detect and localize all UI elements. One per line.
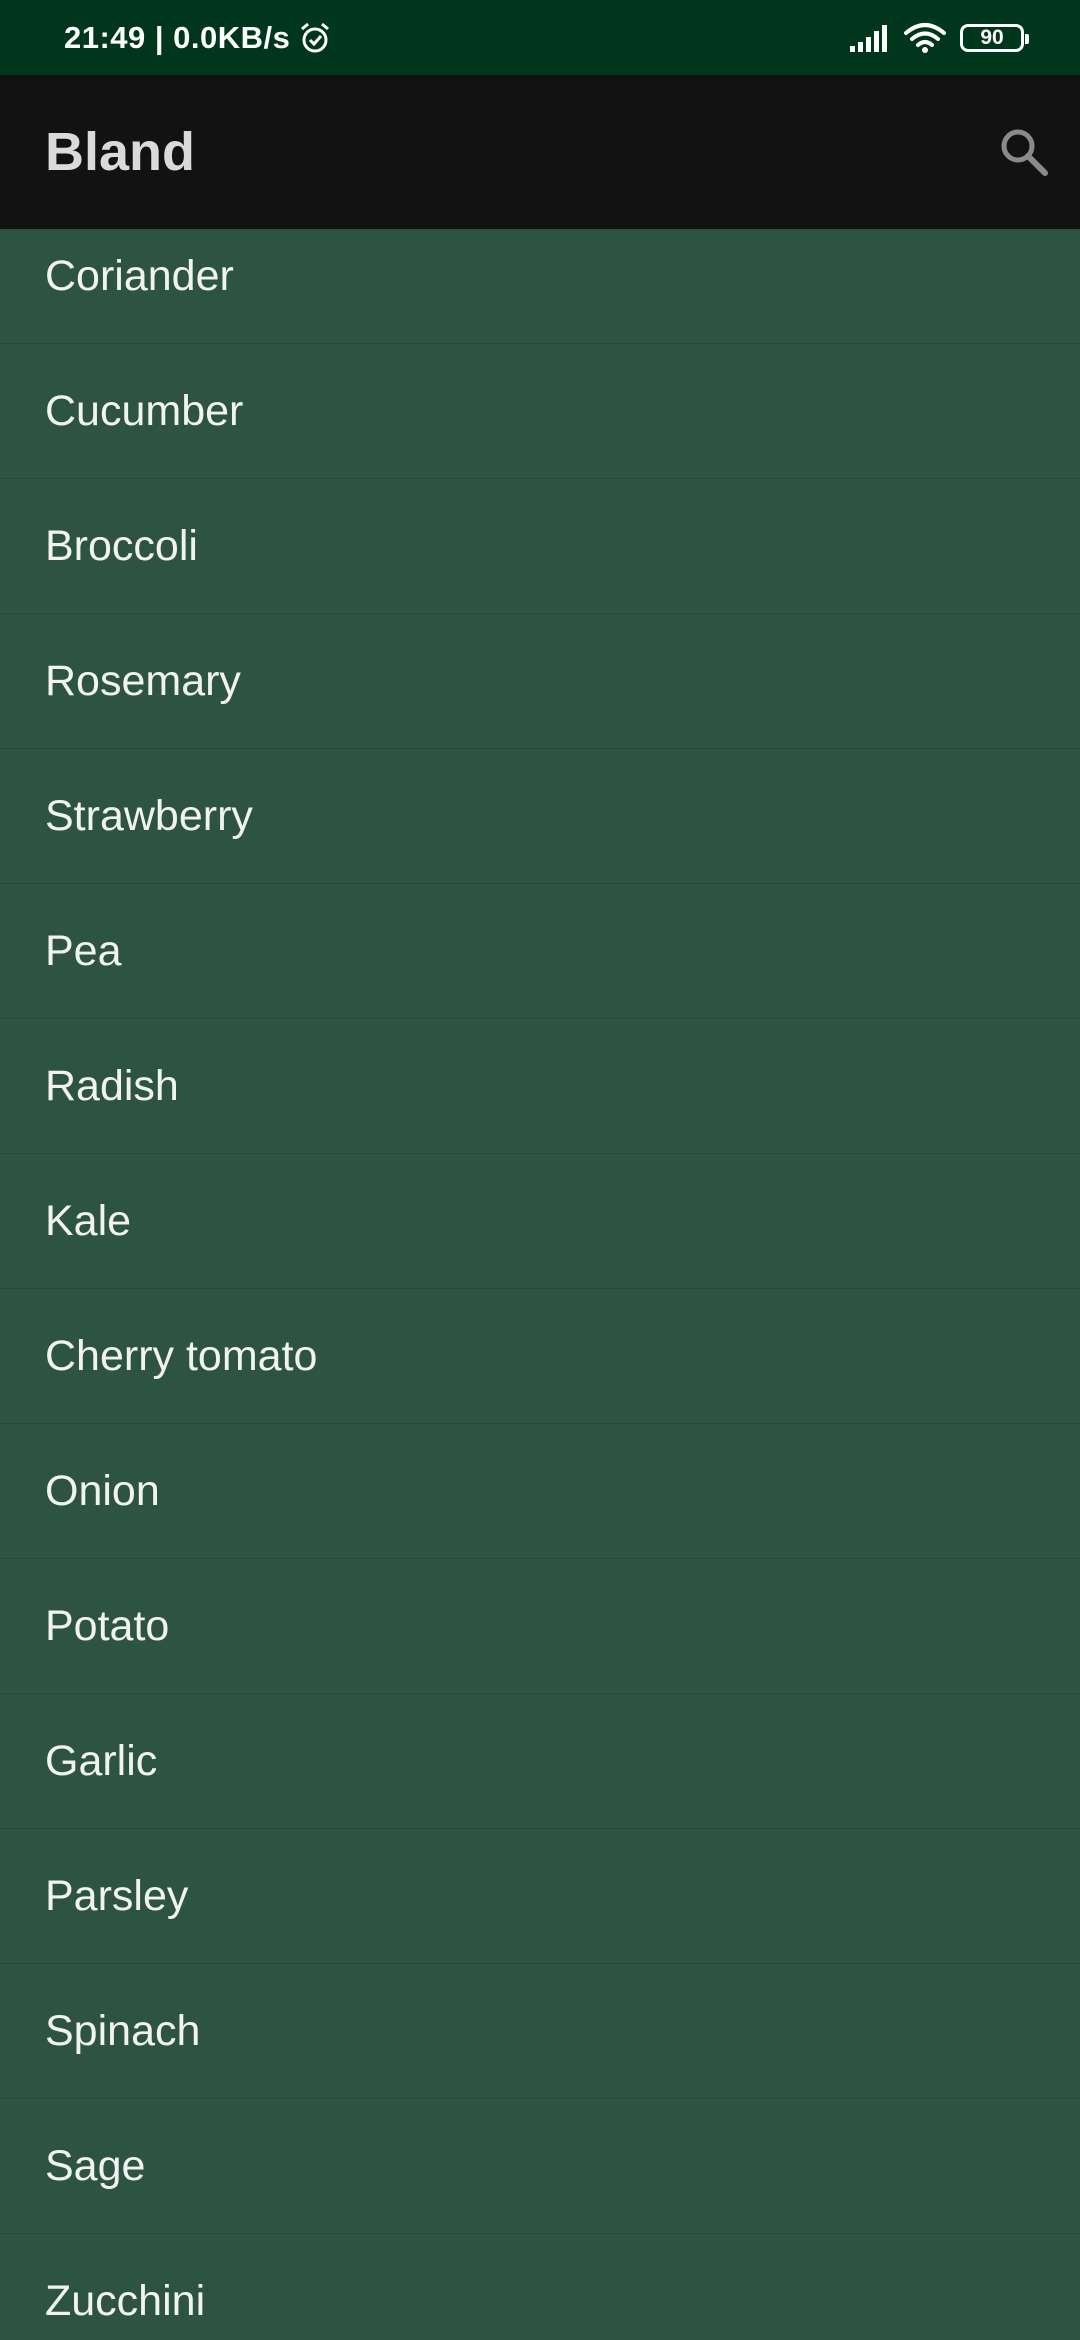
list-item-label: Coriander <box>45 252 234 300</box>
status-left: 21:49 | 0.0KB/s <box>64 0 332 75</box>
list-item-label: Strawberry <box>45 792 253 840</box>
search-button[interactable] <box>994 122 1054 182</box>
list-item[interactable]: Garlic <box>0 1694 1080 1829</box>
list-item[interactable]: Onion <box>0 1424 1080 1559</box>
list-item[interactable]: Cucumber <box>0 344 1080 479</box>
list-item-label: Broccoli <box>45 522 198 570</box>
search-icon <box>1001 129 1048 176</box>
list-item[interactable]: Potato <box>0 1559 1080 1694</box>
list-item-label: Pea <box>45 927 122 975</box>
battery-icon: 90 <box>960 23 1029 52</box>
signal-icon <box>850 24 887 52</box>
list-item-label: Cucumber <box>45 387 244 435</box>
battery-level: 90 <box>980 25 1004 49</box>
wifi-icon <box>904 22 946 53</box>
list-item-label: Garlic <box>45 1737 158 1785</box>
vegetable-list: Coriander Cucumber Broccoli Rosemary Str… <box>0 229 1080 2340</box>
list-item-label: Parsley <box>45 1872 189 1920</box>
status-bar: 21:49 | 0.0KB/s 90 <box>0 0 1080 75</box>
list-item-label: Kale <box>45 1197 132 1245</box>
list-item[interactable]: Sage <box>0 2099 1080 2234</box>
status-time-speed: 21:49 | 0.0KB/s <box>64 19 291 55</box>
list-item[interactable]: Pea <box>0 884 1080 1019</box>
list-item[interactable]: Coriander <box>0 229 1080 344</box>
list-item-label: Sage <box>45 2142 146 2190</box>
list-item[interactable]: Spinach <box>0 1964 1080 2099</box>
list-item[interactable]: Zucchini <box>0 2234 1080 2340</box>
list-item-label: Zucchini <box>45 2277 206 2325</box>
list-item-label: Potato <box>45 1602 170 1650</box>
status-right: 90 <box>850 0 1029 75</box>
list-item-label: Onion <box>45 1467 160 1515</box>
list-item[interactable]: Cherry tomato <box>0 1289 1080 1424</box>
list-item-label: Spinach <box>45 2007 201 2055</box>
list-item-label: Cherry tomato <box>45 1332 318 1380</box>
app-bar: Bland <box>0 75 1080 229</box>
alarm-icon <box>301 22 330 52</box>
page-title: Bland <box>45 122 196 182</box>
list-item[interactable]: Parsley <box>0 1829 1080 1964</box>
list-item-label: Radish <box>45 1062 179 1110</box>
list-item[interactable]: Radish <box>0 1019 1080 1154</box>
list-item-label: Rosemary <box>45 657 241 705</box>
list-item[interactable]: Rosemary <box>0 614 1080 749</box>
list-item[interactable]: Strawberry <box>0 749 1080 884</box>
list-item[interactable]: Kale <box>0 1154 1080 1289</box>
list-item[interactable]: Broccoli <box>0 479 1080 614</box>
